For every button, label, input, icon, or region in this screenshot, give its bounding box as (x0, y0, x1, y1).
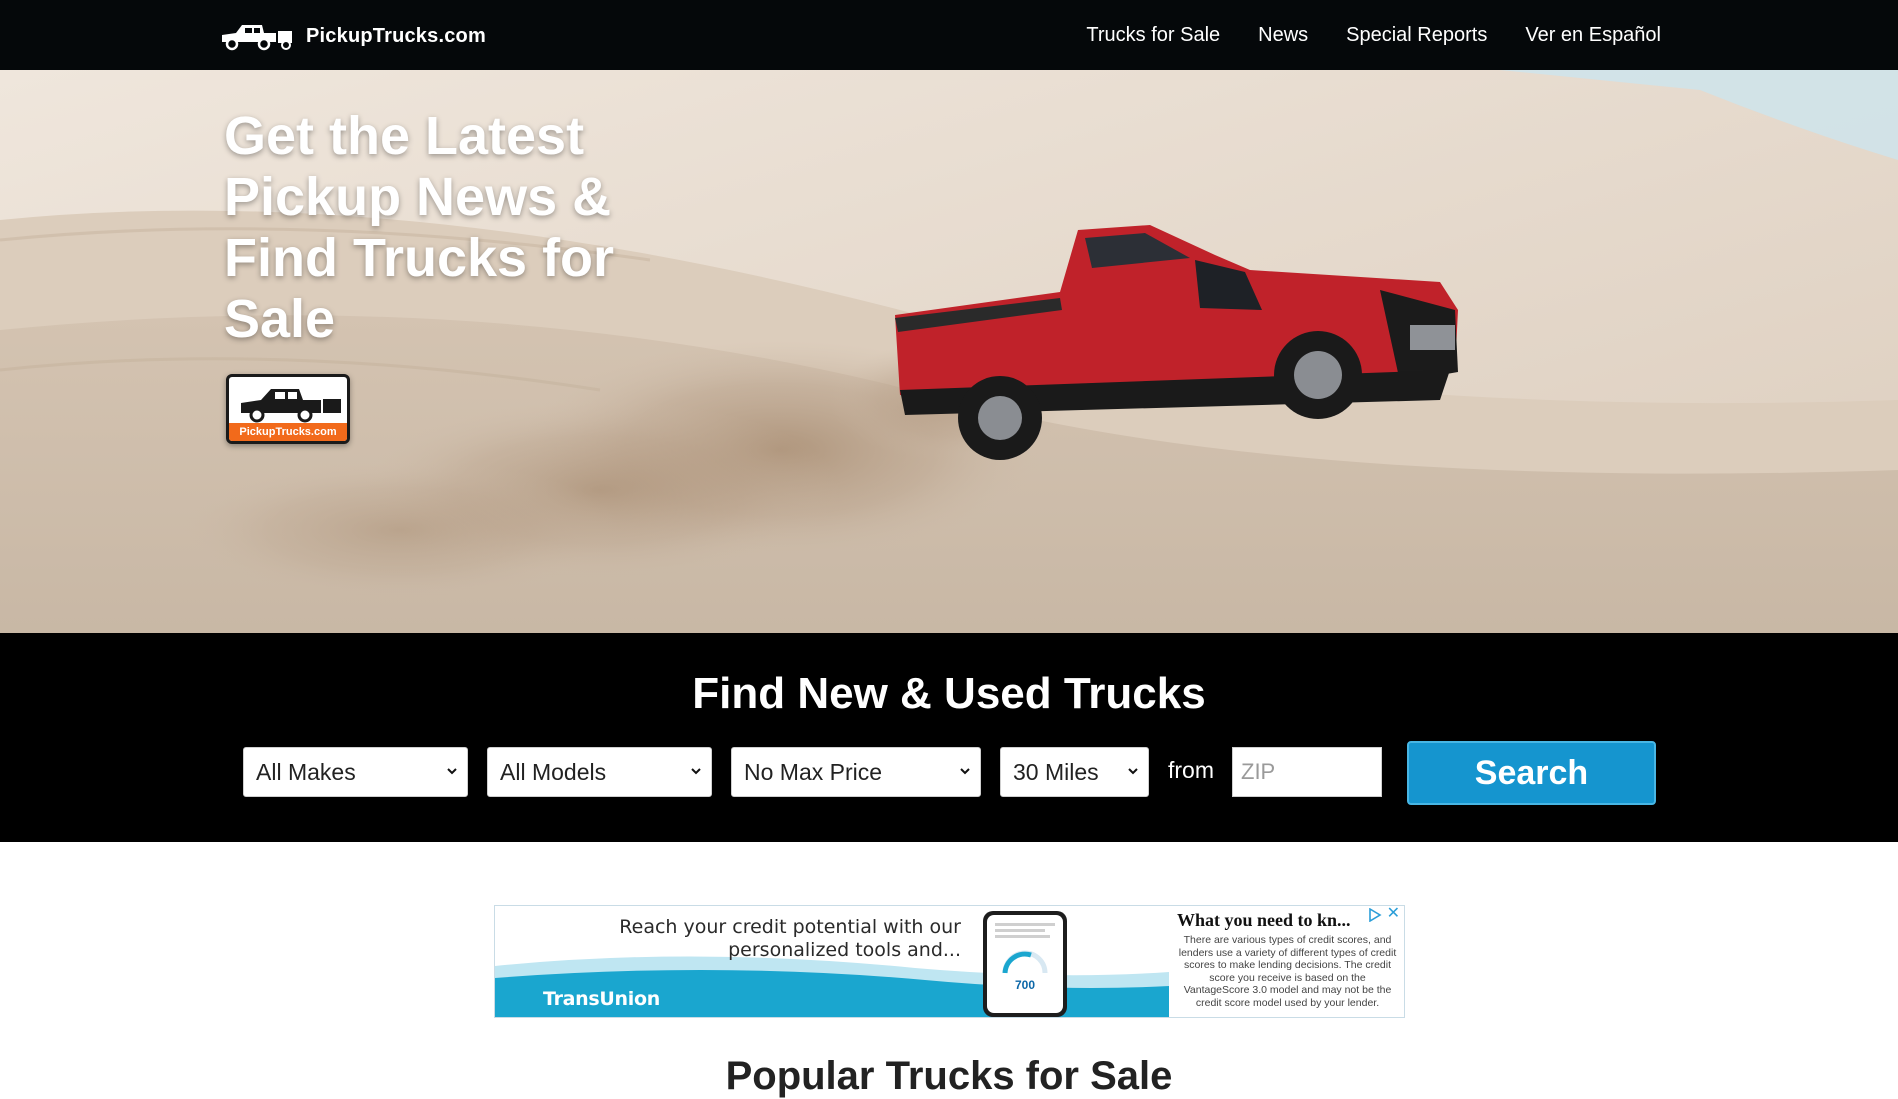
nav-trucks-for-sale[interactable]: Trucks for Sale (1086, 24, 1220, 47)
chevron-down-icon (1128, 768, 1138, 775)
hero-banner: Get the Latest Pickup News & Find Trucks… (0, 70, 1898, 633)
ad-phone-graphic: 700 (983, 911, 1067, 1017)
nav-special-reports[interactable]: Special Reports (1346, 24, 1487, 47)
make-select-value: All Makes (256, 758, 356, 785)
nav-news[interactable]: News (1258, 24, 1308, 47)
pickup-truck-logo-icon (218, 20, 294, 52)
brand-name: PickupTrucks.com (306, 24, 486, 47)
zip-input[interactable] (1232, 747, 1382, 797)
truck-search-band: Find New & Used Trucks All Makes All Mod… (0, 633, 1898, 842)
main-nav: Trucks for Sale News Special Reports Ver… (1086, 0, 1661, 70)
from-label: from (1168, 757, 1214, 783)
chevron-down-icon (960, 768, 970, 775)
model-select[interactable]: All Models (487, 747, 712, 797)
ad-info-panel: What you need to kn... There are various… (1171, 906, 1404, 1017)
ad-score: 700 (1014, 978, 1036, 992)
badge-label: PickupTrucks.com (229, 423, 347, 441)
ad-info-title: What you need to kn... (1177, 910, 1351, 930)
model-select-value: All Models (500, 758, 607, 785)
chevron-down-icon (447, 768, 457, 775)
ad-info-body: There are various types of credit scores… (1178, 934, 1397, 1009)
ad-brand: TransUnion (543, 988, 660, 1010)
hero-headline: Get the Latest Pickup News & Find Trucks… (224, 106, 615, 349)
pickuptrucks-badge-logo: PickupTrucks.com (226, 374, 350, 444)
search-title: Find New & Used Trucks (692, 669, 1206, 718)
price-select-value: No Max Price (744, 758, 883, 785)
distance-select-value: 30 Miles (1013, 758, 1099, 785)
ad-creative: Reach your credit potential with our per… (495, 906, 1169, 1017)
distance-select[interactable]: 30 Miles (1000, 747, 1149, 797)
top-navigation-bar: PickupTrucks.com Trucks for Sale News Sp… (0, 0, 1898, 70)
credit-gauge-icon (995, 923, 1055, 974)
search-button[interactable]: Search (1407, 741, 1656, 805)
ad-copy: Reach your credit potential with our per… (619, 916, 961, 961)
adchoices-icon[interactable] (1368, 908, 1382, 922)
nav-ver-en-espanol[interactable]: Ver en Español (1525, 24, 1661, 47)
popular-trucks-heading: Popular Trucks for Sale (725, 1054, 1173, 1098)
badge-truck-icon (241, 389, 341, 423)
ad-close-icon[interactable]: ✕ (1387, 906, 1400, 922)
transunion-ad-banner[interactable]: Reach your credit potential with our per… (494, 905, 1405, 1018)
chevron-down-icon (691, 768, 701, 775)
price-select[interactable]: No Max Price (731, 747, 981, 797)
brand-home-link[interactable]: PickupTrucks.com (218, 18, 486, 54)
make-select[interactable]: All Makes (243, 747, 468, 797)
